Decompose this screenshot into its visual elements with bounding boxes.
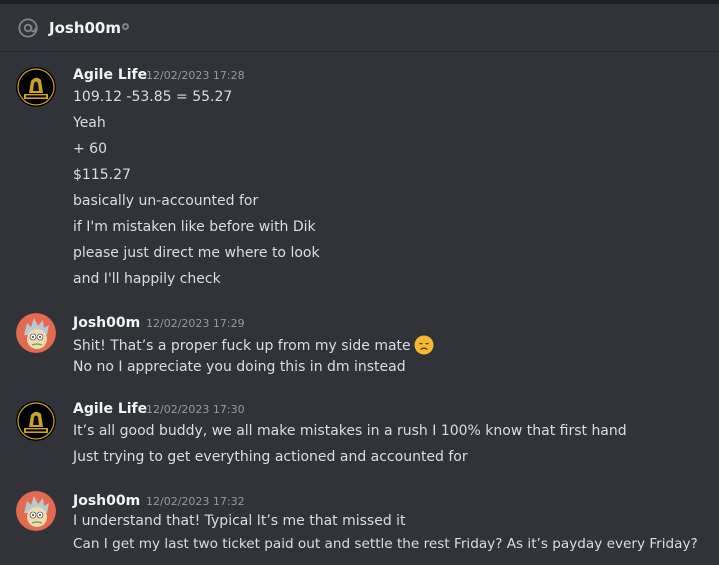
- message-line: Yeah: [73, 115, 106, 131]
- dm-header: Josh00m: [0, 4, 719, 52]
- message-author[interactable]: Josh00m: [73, 491, 140, 511]
- message-line: + 60: [73, 141, 107, 157]
- message-author[interactable]: Agile Life: [73, 65, 147, 85]
- message-line: 109.12 -53.85 = 55.27: [73, 89, 233, 105]
- message-line: Shit! That’s a proper fuck up from my si…: [73, 335, 434, 356]
- josh00m-avatar[interactable]: [16, 313, 56, 353]
- message-author[interactable]: Agile Life: [73, 399, 147, 419]
- message-line: Just trying to get everything actioned a…: [73, 449, 468, 465]
- message-line: basically un-accounted for: [73, 193, 259, 209]
- message-line: No no I appreciate you doing this in dm …: [73, 359, 406, 375]
- message-list: Agile Life 12/02/2023 17:28 109.12 -53.8…: [0, 53, 719, 565]
- agile-life-avatar[interactable]: [16, 67, 56, 107]
- message-line: Can I get my last two ticket paid out an…: [73, 536, 698, 552]
- message-line: please just direct me where to look: [73, 245, 320, 261]
- message-line: and I'll happily check: [73, 271, 221, 287]
- at-sign-icon: [18, 18, 38, 38]
- message-line: if I'm mistaken like before with Dik: [73, 219, 316, 235]
- message-line: It’s all good buddy, we all make mistake…: [73, 423, 627, 439]
- agile-life-avatar[interactable]: [16, 401, 56, 441]
- message-author[interactable]: Josh00m: [73, 313, 140, 333]
- message-timestamp[interactable]: 12/02/2023 17:29: [146, 316, 245, 332]
- header-username[interactable]: Josh00m: [49, 17, 121, 39]
- josh00m-avatar[interactable]: [16, 491, 56, 531]
- message-line: I understand that! Typical It’s me that …: [73, 513, 406, 529]
- message-timestamp[interactable]: 12/02/2023 17:28: [146, 68, 245, 84]
- message-line-text: Shit! That’s a proper fuck up from my si…: [73, 338, 411, 354]
- message-timestamp[interactable]: 12/02/2023 17:30: [146, 402, 245, 418]
- status-offline-icon: [122, 23, 129, 30]
- message-timestamp[interactable]: 12/02/2023 17:32: [146, 494, 245, 510]
- disappointed-face-emoji-icon[interactable]: [414, 335, 434, 355]
- message-line: $115.27: [73, 167, 131, 183]
